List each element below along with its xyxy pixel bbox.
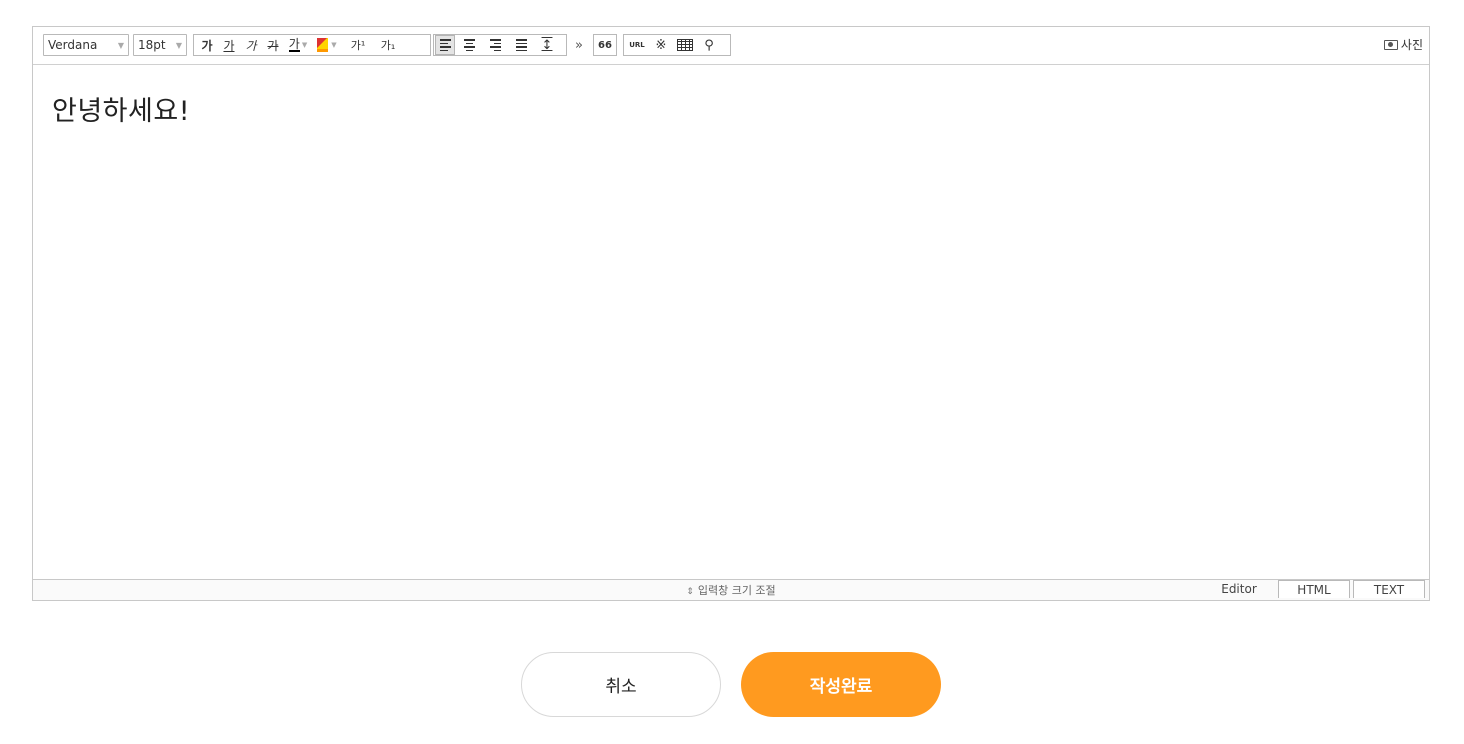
link-button[interactable]: URL [627,35,647,55]
editor-status-bar: ⇕ 입력창 크기 조절 Editor HTML TEXT [33,579,1429,600]
camera-icon [1383,39,1398,50]
font-size-value: 18pt [138,38,166,52]
photo-button[interactable]: 사진 [1383,36,1423,53]
font-size-select[interactable]: 18pt ▼ [133,34,187,56]
align-center-button[interactable] [459,35,479,55]
align-right-button[interactable] [485,35,505,55]
quote-icon: 66 [598,39,612,51]
align-center-icon [463,39,475,51]
align-left-button[interactable] [435,35,455,55]
rich-text-editor: Verdana ▼ 18pt ▼ 가 가 가 가 가 ▼ ▼ 가¹ 가₁ ↕ »… [32,26,1430,601]
align-justify-icon [515,39,527,51]
tab-text[interactable]: TEXT [1353,580,1425,598]
photo-label: 사진 [1400,38,1423,52]
align-right-icon [489,39,501,51]
text-color-icon: 가 [288,37,300,52]
chevron-down-icon: ▼ [331,41,337,49]
quote-button[interactable]: 66 [593,34,617,56]
action-buttons: 취소 작성완료 [521,652,941,717]
special-char-button[interactable]: ※ [651,35,671,55]
underline-button[interactable]: 가 [219,35,239,55]
line-height-icon: ↕ [541,37,553,53]
more-button[interactable]: » [569,35,589,55]
tab-html[interactable]: HTML [1278,580,1350,598]
superscript-button[interactable]: 가¹ [344,35,372,55]
line-height-button[interactable]: ↕ [537,35,557,55]
format-button-group: 가 가 가 가 가 ▼ ▼ 가¹ 가₁ [193,34,431,56]
resize-icon: ⇕ [686,587,694,597]
table-icon [677,39,693,51]
italic-button[interactable]: 가 [241,35,261,55]
subscript-button[interactable]: 가₁ [374,35,402,55]
insert-button-group: URL ※ ⚲ [623,34,731,56]
table-button[interactable] [675,35,695,55]
search-icon: ⚲ [704,37,714,53]
chevron-down-icon: ▼ [117,40,124,50]
font-family-value: Verdana [48,38,98,52]
chevron-down-icon: ▼ [301,41,308,49]
strikethrough-button[interactable]: 가 [263,35,283,55]
bold-button[interactable]: 가 [197,35,217,55]
align-justify-button[interactable] [511,35,531,55]
align-left-icon [439,39,451,51]
align-button-group: ↕ [433,34,567,56]
tab-editor[interactable]: Editor [1203,580,1275,598]
highlight-icon [317,38,329,52]
submit-button[interactable]: 작성완료 [741,652,941,717]
chevron-down-icon: ▼ [175,40,182,50]
resize-label: 입력창 크기 조절 [697,584,776,597]
highlight-color-button[interactable]: ▼ [313,35,341,55]
editor-toolbar: Verdana ▼ 18pt ▼ 가 가 가 가 가 ▼ ▼ 가¹ 가₁ ↕ »… [33,27,1429,65]
search-button[interactable]: ⚲ [699,35,719,55]
cancel-button[interactable]: 취소 [521,652,721,717]
text-color-button[interactable]: 가 ▼ [285,35,311,55]
editor-content[interactable]: 안녕하세요! [52,89,190,128]
font-family-select[interactable]: Verdana ▼ [43,34,129,56]
